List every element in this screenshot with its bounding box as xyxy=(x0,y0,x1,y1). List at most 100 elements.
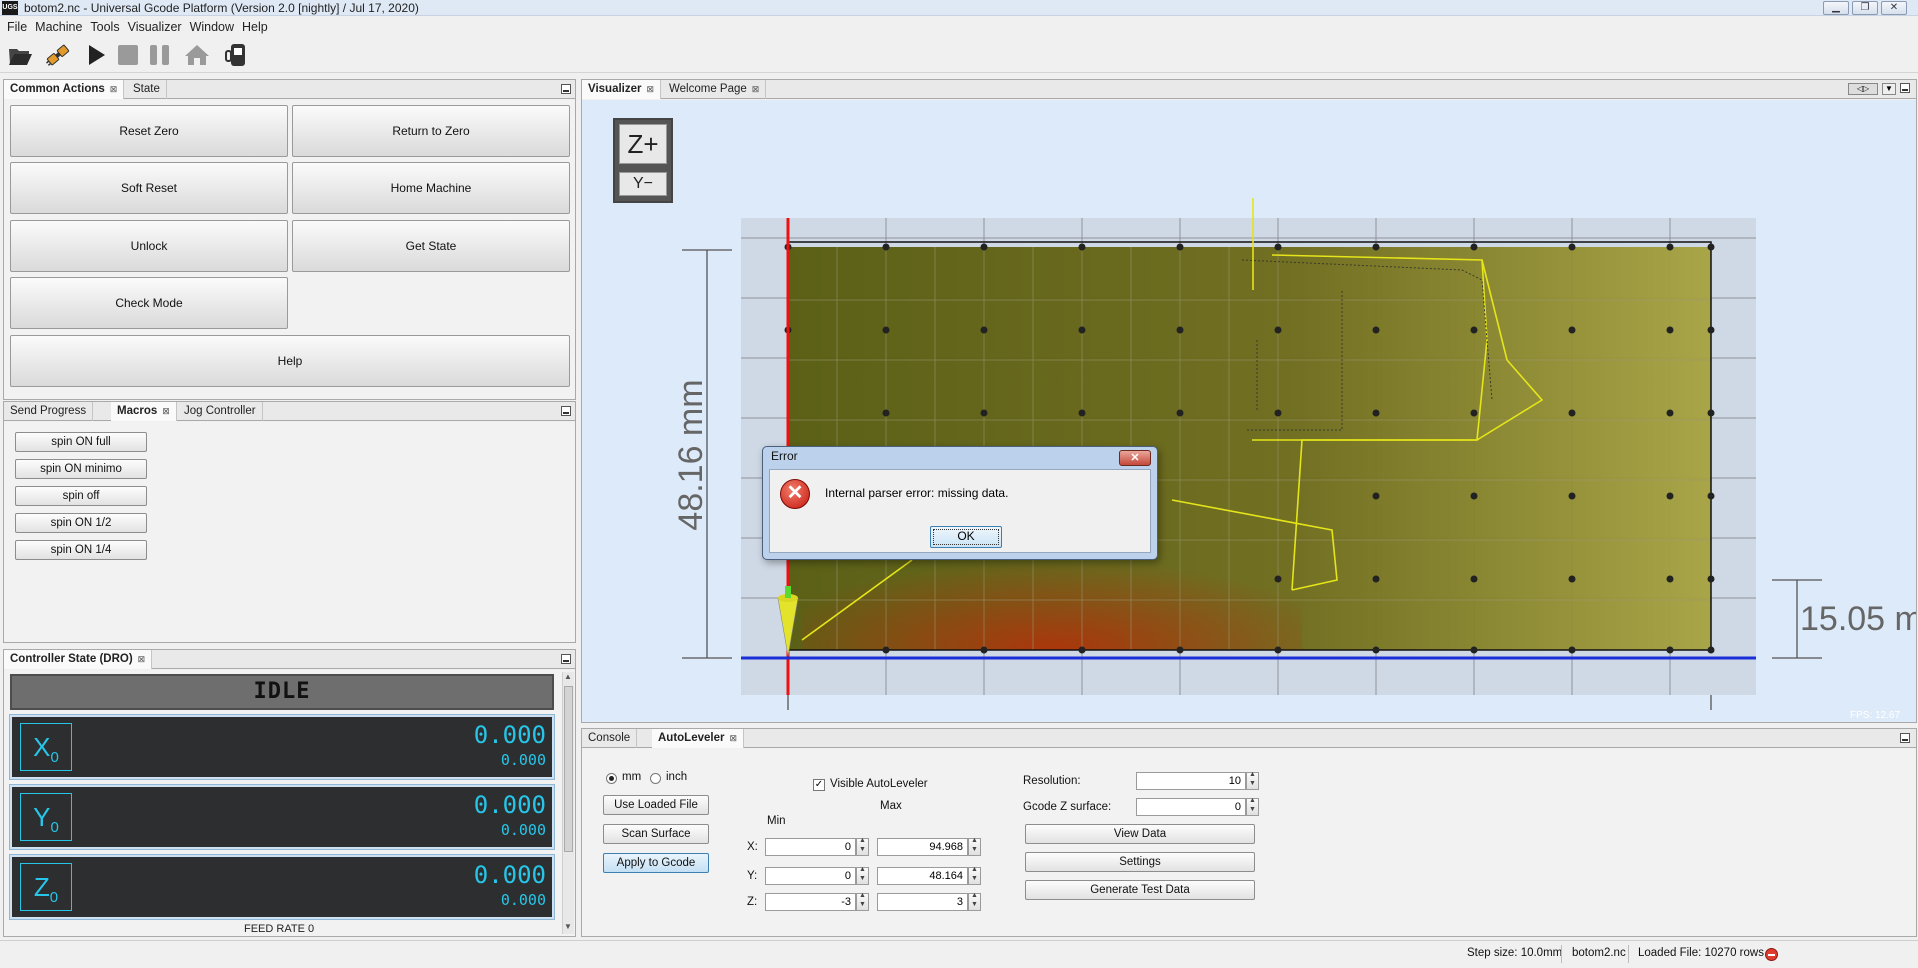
tab-label: Visualizer xyxy=(588,83,642,95)
pendant-icon[interactable] xyxy=(223,41,251,69)
axis-label[interactable]: X0 xyxy=(20,723,72,771)
close-tab-icon[interactable]: ⊠ xyxy=(162,406,170,416)
z-max-spinner[interactable] xyxy=(968,892,981,911)
visible-autoleveler-checkbox[interactable]: ✓ xyxy=(813,779,825,791)
dro-scrollbar[interactable]: ▲ ▼ xyxy=(562,672,574,934)
soft-reset-button[interactable]: Soft Reset xyxy=(10,162,288,214)
x-min-field[interactable]: 0 xyxy=(765,838,856,856)
connection-status-icon[interactable] xyxy=(1765,948,1778,961)
tab-send-progress[interactable]: Send Progress xyxy=(4,402,94,421)
help-button[interactable]: Help xyxy=(10,335,570,387)
menu-tools[interactable]: Tools xyxy=(86,17,123,37)
scroll-down-icon[interactable]: ▼ xyxy=(564,922,572,931)
gcode-z-surface-spinner[interactable] xyxy=(1246,797,1259,816)
tab-list-icon[interactable]: ▼ xyxy=(1882,83,1896,95)
tab-console[interactable]: Console xyxy=(582,729,638,748)
x-min-spinner[interactable] xyxy=(856,837,869,856)
orientation-top-face[interactable]: Z+ xyxy=(619,124,667,164)
open-file-icon[interactable] xyxy=(6,41,34,69)
tab-autoleveler[interactable]: AutoLeveler ⊠ xyxy=(652,729,745,748)
unlock-button[interactable]: Unlock xyxy=(10,220,288,272)
close-window-button[interactable]: ✕ xyxy=(1881,1,1907,15)
get-state-button[interactable]: Get State xyxy=(292,220,570,272)
ok-button[interactable]: OK xyxy=(930,526,1002,548)
view-data-button[interactable]: View Data xyxy=(1025,824,1255,844)
minimize-panel-icon[interactable] xyxy=(561,406,571,416)
menu-file[interactable]: File xyxy=(3,17,31,37)
resolution-field[interactable]: 10 xyxy=(1136,772,1246,790)
x-max-field[interactable]: 94.968 xyxy=(877,838,968,856)
close-tab-icon[interactable]: ⊠ xyxy=(110,84,118,94)
minimize-panel-icon[interactable] xyxy=(1900,83,1910,93)
home-icon[interactable] xyxy=(183,41,211,69)
work-position[interactable]: 0.000 xyxy=(474,791,546,819)
home-machine-button[interactable]: Home Machine xyxy=(292,162,570,214)
check-mode-button[interactable]: Check Mode xyxy=(10,277,288,329)
y-min-spinner[interactable] xyxy=(856,866,869,885)
z-max-field[interactable]: 3 xyxy=(877,893,968,911)
generate-test-data-button[interactable]: Generate Test Data xyxy=(1025,880,1255,900)
work-position[interactable]: 0.000 xyxy=(474,861,546,889)
use-loaded-file-button[interactable]: Use Loaded File xyxy=(603,795,709,815)
orientation-cube[interactable]: Z+ Y− xyxy=(613,118,673,203)
menu-window[interactable]: Window xyxy=(186,17,238,37)
visible-autoleveler-label: Visible AutoLeveler xyxy=(830,778,928,790)
orientation-front-face[interactable]: Y− xyxy=(619,172,667,196)
macro-button[interactable]: spin ON full xyxy=(15,432,147,452)
close-tab-icon[interactable]: ⊠ xyxy=(647,84,655,94)
tab-welcome-page[interactable]: Welcome Page ⊠ xyxy=(663,80,767,99)
gcode-z-surface-field[interactable]: 0 xyxy=(1136,798,1246,816)
tab-macros[interactable]: Macros ⊠ xyxy=(111,402,177,421)
tab-visualizer[interactable]: Visualizer ⊠ xyxy=(582,80,662,99)
visualizer-canvas[interactable]: 48.16 mm 15.05 m FPS: 12.67 Z+ Y− xyxy=(582,100,1916,722)
macro-button[interactable]: spin off xyxy=(15,486,147,506)
scrollbar-thumb[interactable] xyxy=(564,686,573,852)
close-tab-icon[interactable]: ⊠ xyxy=(729,733,737,743)
tab-controller-state[interactable]: Controller State (DRO) ⊠ xyxy=(4,650,153,669)
macro-button[interactable]: spin ON 1/2 xyxy=(15,513,147,533)
pause-icon[interactable] xyxy=(146,41,174,69)
title-bar: UGS botom2.nc - Universal Gcode Platform… xyxy=(0,0,1918,16)
axis-label[interactable]: Y0 xyxy=(20,793,72,841)
play-icon[interactable] xyxy=(82,41,110,69)
close-tab-icon[interactable]: ⊠ xyxy=(752,84,760,94)
resolution-spinner[interactable] xyxy=(1246,771,1259,790)
step-size-status: Step size: 10.0mm xyxy=(1467,947,1563,959)
menu-visualizer[interactable]: Visualizer xyxy=(124,17,186,37)
return-to-zero-button[interactable]: Return to Zero xyxy=(292,105,570,157)
y-min-field[interactable]: 0 xyxy=(765,867,856,885)
reset-zero-button[interactable]: Reset Zero xyxy=(10,105,288,157)
stop-icon[interactable] xyxy=(114,41,142,69)
menu-machine[interactable]: Machine xyxy=(31,17,86,37)
tab-scroll-icon[interactable]: ◁▷ xyxy=(1848,83,1878,95)
minimize-panel-icon[interactable] xyxy=(1900,733,1910,743)
mm-radio[interactable] xyxy=(606,773,617,784)
minimize-panel-icon[interactable] xyxy=(561,654,571,664)
work-position[interactable]: 0.000 xyxy=(474,721,546,749)
close-tab-icon[interactable]: ⊠ xyxy=(138,654,146,664)
error-message: Internal parser error: missing data. xyxy=(825,486,1009,500)
y-max-spinner[interactable] xyxy=(968,866,981,885)
y-max-field[interactable]: 48.164 xyxy=(877,867,968,885)
tab-jog-controller[interactable]: Jog Controller xyxy=(178,402,263,421)
tab-state[interactable]: State xyxy=(127,80,167,99)
menu-help[interactable]: Help xyxy=(238,17,272,37)
restore-window-button[interactable]: ❐ xyxy=(1852,1,1878,15)
tab-common-actions[interactable]: Common Actions ⊠ xyxy=(4,80,125,99)
dialog-close-button[interactable]: ✕ xyxy=(1119,450,1151,466)
connect-icon[interactable] xyxy=(44,41,72,69)
visualizer-scene[interactable]: 48.16 mm 15.05 m FPS: 12.67 xyxy=(582,100,1916,722)
settings-button[interactable]: Settings xyxy=(1025,852,1255,872)
apply-to-gcode-button[interactable]: Apply to Gcode xyxy=(603,853,709,873)
macro-button[interactable]: spin ON 1/4 xyxy=(15,540,147,560)
z-min-spinner[interactable] xyxy=(856,892,869,911)
minimize-window-button[interactable]: ▁ xyxy=(1823,1,1849,15)
axis-label[interactable]: Z0 xyxy=(20,863,72,911)
scan-surface-button[interactable]: Scan Surface xyxy=(603,824,709,844)
scroll-up-icon[interactable]: ▲ xyxy=(564,672,572,681)
minimize-panel-icon[interactable] xyxy=(561,84,571,94)
z-min-field[interactable]: -3 xyxy=(765,893,856,911)
inch-radio[interactable] xyxy=(650,773,661,784)
x-max-spinner[interactable] xyxy=(968,837,981,856)
macro-button[interactable]: spin ON minimo xyxy=(15,459,147,479)
